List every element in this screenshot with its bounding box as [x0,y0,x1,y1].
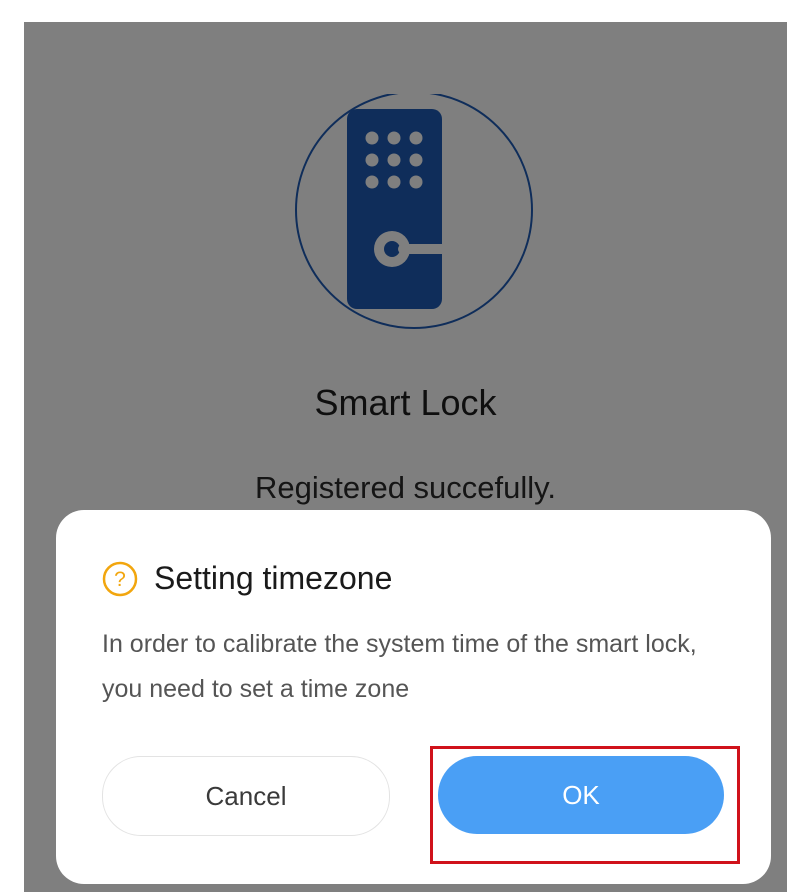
ok-button-highlight [430,746,740,864]
cancel-button[interactable]: Cancel [102,756,390,836]
dialog-message: In order to calibrate the system time of… [102,630,697,703]
dialog-header: ? Setting timezone [102,560,392,597]
svg-text:?: ? [114,568,126,591]
dialog-title: Setting timezone [154,560,393,596]
question-circle-icon: ? [102,561,138,596]
